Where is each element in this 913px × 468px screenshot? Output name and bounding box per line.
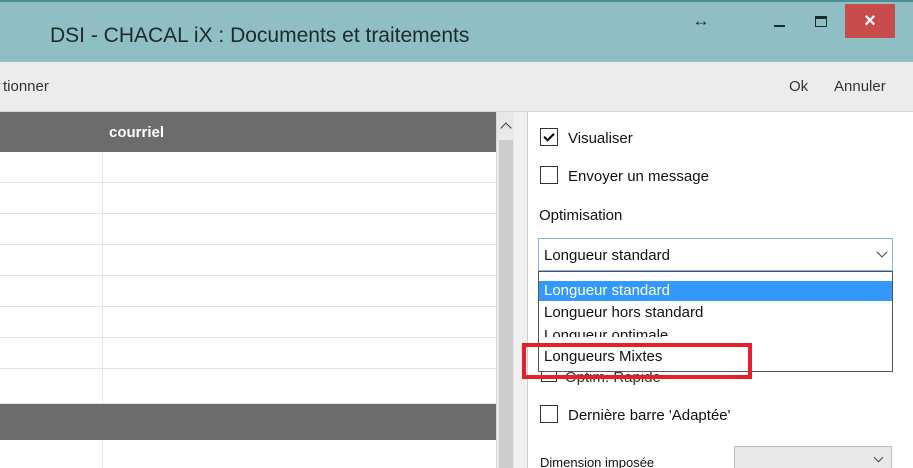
toolbar-select-action[interactable]: tionner [3,78,49,95]
grid-group-separator [0,404,496,440]
close-icon: × [864,9,876,32]
maximize-button[interactable] [806,6,836,36]
table-row[interactable] [0,369,496,404]
table-row[interactable] [0,214,496,245]
envoyer-message-label: Envoyer un message [568,168,709,185]
scroll-thumb[interactable] [499,140,513,468]
window-title: DSI - CHACAL iX : Documents et traitemen… [50,24,470,47]
panel-splitter[interactable] [514,112,528,468]
dimension-imposee-label: Dimension imposée [540,455,655,468]
minimize-button[interactable] [764,6,794,36]
grid-header: courriel [0,112,496,152]
column-header-courriel[interactable]: courriel [109,124,164,141]
visualiser-label: Visualiser [568,130,633,147]
table-row[interactable] [0,183,496,214]
chevron-down-icon [873,452,884,463]
table-row[interactable] [0,245,496,276]
resize-icon[interactable]: ↔ [686,6,716,36]
table-row[interactable] [0,276,496,307]
dropdown-option-longueur-optimale[interactable]: Longueur optimale [539,326,892,337]
table-row[interactable] [0,338,496,369]
envoyer-message-checkbox[interactable] [540,166,558,184]
highlight-annotation-box [522,343,752,379]
toolbar: tionner Ok Annuler [0,62,913,112]
dimension-imposee-select[interactable] [734,446,892,468]
chevron-down-icon [876,246,888,258]
derniere-barre-label: Dernière barre 'Adaptée' [568,407,731,424]
vertical-scrollbar[interactable] [496,112,514,468]
scroll-up-arrow-icon[interactable] [497,118,514,134]
optimisation-label: Optimisation [539,207,623,224]
derniere-barre-checkbox[interactable] [540,405,558,423]
maximize-icon [815,15,827,27]
close-button[interactable]: × [845,4,895,38]
optimisation-select[interactable]: Longueur standard [538,238,893,271]
ok-button[interactable]: Ok [789,78,808,95]
table-row[interactable] [0,152,496,183]
minimize-icon [773,25,785,27]
document-grid: courriel [0,112,496,468]
dropdown-option-longueur-standard[interactable]: Longueur standard [539,281,892,301]
optimisation-selected-value: Longueur standard [544,247,670,264]
table-row[interactable] [0,307,496,338]
dropdown-option-longueur-hors-standard[interactable]: Longueur hors standard [539,303,892,323]
title-bar: DSI - CHACAL iX : Documents et traitemen… [0,0,913,62]
table-row[interactable] [0,440,496,468]
cancel-button[interactable]: Annuler [834,78,886,95]
checkmark-icon [543,129,555,142]
visualiser-checkbox[interactable] [540,128,558,146]
